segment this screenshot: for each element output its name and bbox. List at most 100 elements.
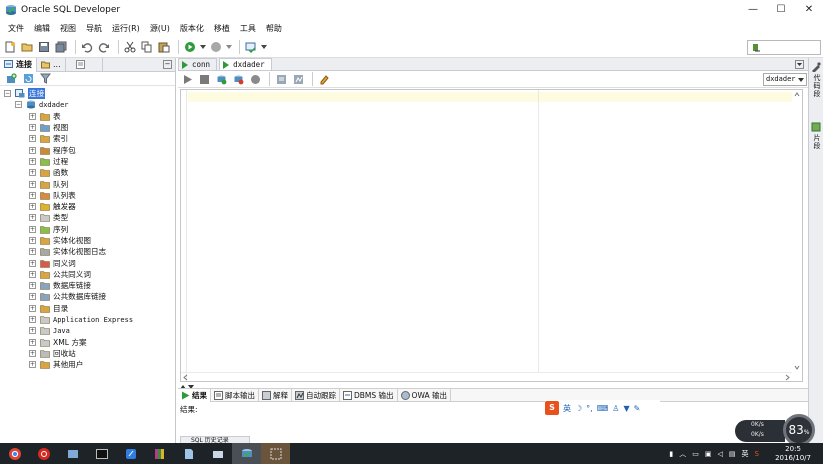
taskbar-explorer-icon[interactable]	[174, 443, 203, 464]
tree-connection[interactable]: − dxdader	[0, 99, 175, 110]
menu-help[interactable]: 帮助	[261, 23, 287, 34]
minimize-panel-icon[interactable]: −	[163, 60, 172, 69]
moon-icon[interactable]: ☽	[575, 404, 582, 413]
cancel-icon[interactable]	[248, 72, 262, 86]
tree-node[interactable]: + 触发器	[0, 201, 175, 212]
chevron-down-icon[interactable]	[261, 40, 267, 54]
paste-icon[interactable]	[157, 40, 171, 54]
expand-icon[interactable]: +	[29, 237, 36, 244]
expand-icon[interactable]: +	[29, 180, 36, 188]
chevron-down-icon[interactable]	[200, 40, 206, 54]
tab-conn[interactable]: conn	[178, 58, 218, 70]
save-icon[interactable]	[37, 40, 51, 54]
battery-icon[interactable]: ▭	[692, 450, 699, 458]
wrench-icon[interactable]: ✎	[634, 404, 641, 413]
network-icon[interactable]: ▣	[705, 450, 712, 458]
tree-node[interactable]: + 实体化视图	[0, 235, 175, 246]
snippets-tab[interactable]: 代码段	[811, 74, 823, 98]
sql-editor[interactable]	[180, 89, 803, 382]
menu-navigate[interactable]: 导航	[81, 23, 107, 34]
save-all-icon[interactable]	[54, 40, 68, 54]
clear-icon[interactable]	[317, 72, 331, 86]
expand-icon[interactable]: +	[29, 135, 36, 143]
expand-icon[interactable]: +	[29, 327, 36, 335]
menu-migration[interactable]: 移植	[209, 23, 235, 34]
tree-node[interactable]: + 目录	[0, 303, 175, 314]
expand-icon[interactable]: +	[29, 338, 36, 346]
menu-versioning[interactable]: 版本化	[175, 23, 209, 34]
keyboard-icon[interactable]: ⌨	[597, 404, 609, 413]
chevron-down-icon[interactable]	[226, 40, 232, 54]
tree-node[interactable]: + 队列	[0, 178, 175, 189]
cut-icon[interactable]	[123, 40, 137, 54]
expand-icon[interactable]: +	[29, 304, 36, 312]
expand-icon[interactable]: +	[29, 282, 36, 290]
chevron-up-icon[interactable]: ︿	[679, 449, 686, 459]
tree-node[interactable]: + XML 方案	[0, 337, 175, 348]
rollback-icon[interactable]	[231, 72, 245, 86]
tree-node[interactable]: + 索引	[0, 133, 175, 144]
expand-icon[interactable]: +	[29, 349, 36, 357]
horizontal-scrollbar[interactable]	[181, 372, 792, 381]
autotrace-icon[interactable]	[291, 72, 305, 86]
copy-icon[interactable]	[140, 40, 154, 54]
collapse-icon[interactable]: −	[4, 90, 11, 98]
expand-icon[interactable]: +	[29, 112, 36, 120]
vertical-scrollbar[interactable]	[792, 90, 802, 372]
commit-icon[interactable]	[214, 72, 228, 86]
tree-node[interactable]: + 过程	[0, 156, 175, 167]
taskbar-screenshot-icon[interactable]	[261, 443, 290, 464]
tree-node[interactable]: + Java	[0, 325, 175, 336]
fragments-tab[interactable]: 片段	[811, 134, 823, 150]
new-connection-icon[interactable]	[4, 72, 18, 86]
taskbar-files-icon[interactable]	[203, 443, 232, 464]
tree-node[interactable]: + 数据库链接	[0, 280, 175, 291]
expand-icon[interactable]: +	[29, 191, 36, 199]
taskbar-sql-developer-icon[interactable]	[232, 443, 261, 464]
menu-tools[interactable]: 工具	[235, 23, 261, 34]
tab-connections[interactable]: 连接	[0, 57, 37, 72]
expand-icon[interactable]: +	[29, 270, 36, 278]
tree-node[interactable]: + 实体化视图日志	[0, 246, 175, 257]
open-folder-icon[interactable]	[20, 40, 34, 54]
explain-plan-icon[interactable]	[274, 72, 288, 86]
taskbar-app-icon[interactable]	[58, 443, 87, 464]
volume-icon[interactable]: ◁	[718, 450, 723, 458]
expand-icon[interactable]: +	[29, 225, 36, 233]
notification-icon[interactable]: ▤	[729, 450, 736, 458]
connection-select[interactable]: dxdader	[763, 73, 807, 86]
collapse-icon[interactable]: −	[15, 101, 22, 109]
expand-icon[interactable]: +	[29, 316, 36, 324]
redo-icon[interactable]	[97, 40, 111, 54]
tree-node[interactable]: + 其他用户	[0, 359, 175, 370]
menu-edit[interactable]: 编辑	[29, 23, 55, 34]
fragments-icon[interactable]	[811, 122, 821, 132]
expand-icon[interactable]: +	[29, 259, 36, 267]
snippets-icon[interactable]	[811, 62, 821, 72]
run-icon[interactable]	[183, 40, 197, 54]
tab-list-dropdown-icon[interactable]	[795, 60, 804, 69]
expand-icon[interactable]: +	[29, 361, 36, 369]
punctuation-icon[interactable]: °,	[586, 404, 593, 413]
expand-icon[interactable]: +	[29, 169, 36, 177]
tree-root[interactable]: − 连接	[0, 88, 175, 100]
minimize-button[interactable]: —	[739, 0, 767, 20]
taskbar-notes-icon[interactable]	[116, 443, 145, 464]
ime-indicator[interactable]: 英	[742, 449, 749, 459]
debug-icon[interactable]	[209, 40, 223, 54]
sql-worksheet-icon[interactable]	[244, 40, 258, 54]
expand-icon[interactable]: +	[29, 146, 36, 154]
taskbar-terminal-icon[interactable]	[87, 443, 116, 464]
run-script-icon[interactable]	[197, 72, 211, 86]
maximize-button[interactable]: ☐	[767, 0, 795, 20]
tab-files[interactable]	[66, 57, 103, 72]
tab-reports[interactable]: ...	[37, 57, 66, 72]
tab-dxdader[interactable]: dxdader	[219, 58, 272, 70]
menu-file[interactable]: 文件	[3, 23, 29, 34]
tree-node[interactable]: + 公共同义词	[0, 269, 175, 280]
filter-icon[interactable]	[38, 72, 52, 86]
menu-view[interactable]: 视图	[55, 23, 81, 34]
close-button[interactable]: ✕	[795, 0, 823, 20]
expand-icon[interactable]: +	[29, 203, 36, 211]
user-icon[interactable]: ♙	[612, 404, 619, 413]
